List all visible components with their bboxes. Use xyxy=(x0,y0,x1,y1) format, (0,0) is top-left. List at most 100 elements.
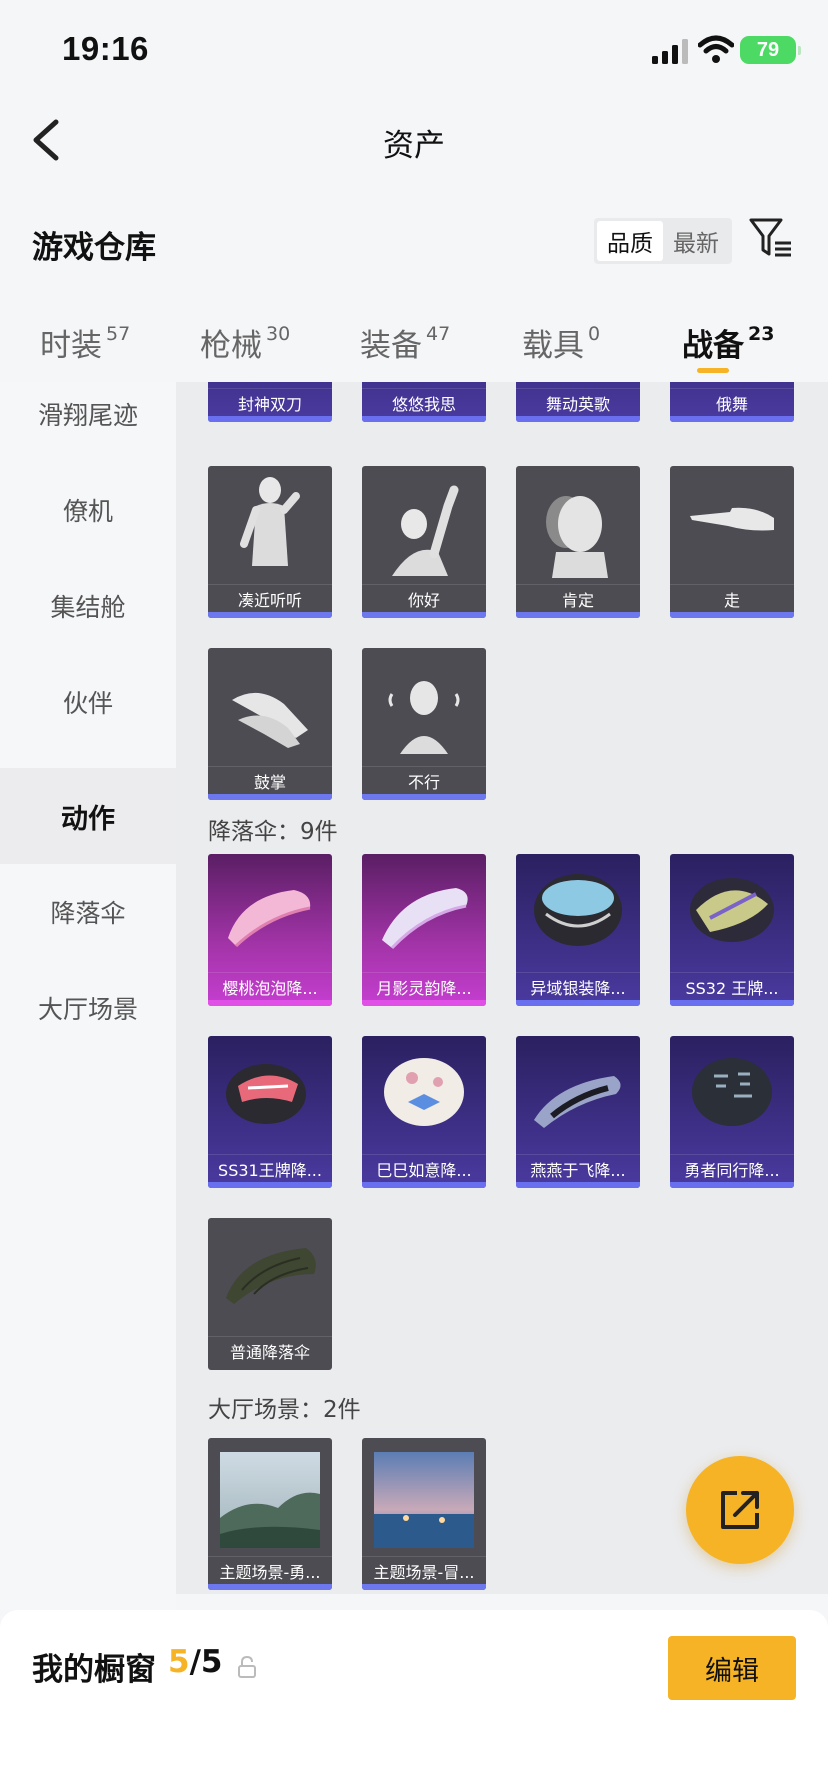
item-name: SS32 王牌... xyxy=(670,972,794,1000)
lobby-group-title: 大厅场景：2件 xyxy=(208,1397,361,1423)
tab-count: 47 xyxy=(426,323,451,345)
rarity-bar xyxy=(362,794,486,800)
item-card[interactable]: SS32 王牌... xyxy=(670,854,794,1006)
item-card[interactable]: 月影灵韵降... xyxy=(362,854,486,1006)
sidenav-item-parachute[interactable]: 降落伞 xyxy=(0,864,176,960)
parachute-image xyxy=(534,1076,621,1128)
rarity-bar xyxy=(516,1000,640,1006)
tab-guns[interactable]: 枪械 30 xyxy=(200,320,290,365)
emote-clap-icon xyxy=(232,692,308,748)
edit-button[interactable]: 编辑 xyxy=(668,1636,796,1700)
item-card[interactable]: 异域银装降... xyxy=(516,854,640,1006)
item-card[interactable]: 主题场景-冒... xyxy=(362,1438,486,1590)
item-name: 俄舞 xyxy=(670,388,794,416)
item-name: 主题场景-冒... xyxy=(362,1556,486,1584)
tab-label: 载具 xyxy=(522,328,584,364)
item-card[interactable]: 樱桃泡泡降... xyxy=(208,854,332,1006)
tab-label: 战备 xyxy=(682,328,744,364)
sort-toggle: 品质 最新 xyxy=(594,218,732,264)
item-name: 封神双刀 xyxy=(208,388,332,416)
side-nav: 滑翔尾迹 僚机 集结舱 伙伴 动作 降落伞 大厅场景 xyxy=(0,382,176,1610)
rarity-bar xyxy=(362,1000,486,1006)
tab-count: 57 xyxy=(106,323,131,345)
sidenav-item-pod[interactable]: 集结舱 xyxy=(0,558,176,654)
rarity-bar xyxy=(670,612,794,618)
status-bar: 19:16 79 xyxy=(0,0,828,100)
rarity-bar xyxy=(208,794,332,800)
sidenav-item-lobby-scene[interactable]: 大厅场景 xyxy=(0,960,176,1056)
tab-vehicles[interactable]: 载具 0 xyxy=(522,320,600,365)
tab-label: 枪械 xyxy=(200,328,262,364)
item-name: 月影灵韵降... xyxy=(362,972,486,1000)
battery-level: 79 xyxy=(756,38,780,61)
share-button[interactable] xyxy=(686,1456,794,1564)
item-name: 普通降落伞 xyxy=(208,1336,332,1364)
emote-point-icon xyxy=(690,507,774,531)
tab-equipment[interactable]: 装备 47 xyxy=(360,320,450,365)
item-card[interactable]: 走 xyxy=(670,466,794,618)
item-card[interactable]: 主题场景-勇... xyxy=(208,1438,332,1590)
sidenav-item-glide-trail[interactable]: 滑翔尾迹 xyxy=(0,366,176,462)
item-name: 异域银装降... xyxy=(516,972,640,1000)
emote-nod-icon xyxy=(546,496,608,578)
tab-battle-prep[interactable]: 战备 23 xyxy=(682,320,774,365)
warehouse-title: 游戏仓库 xyxy=(32,230,156,266)
item-name: 舞动英歌 xyxy=(516,388,640,416)
parachute-image xyxy=(690,878,774,942)
sort-newest-button[interactable]: 最新 xyxy=(663,221,729,261)
item-name: 鼓掌 xyxy=(208,766,332,794)
item-name: 悠悠我思 xyxy=(362,388,486,416)
item-name: 你好 xyxy=(362,584,486,612)
scene-thumbnail-image xyxy=(374,1452,474,1548)
rarity-bar xyxy=(208,1000,332,1006)
item-card[interactable]: 你好 xyxy=(362,466,486,618)
item-card[interactable]: 勇者同行降... xyxy=(670,1036,794,1188)
active-tab-indicator xyxy=(697,368,729,373)
cellular-signal-icon xyxy=(652,39,688,64)
scene-thumbnail-image xyxy=(220,1452,320,1548)
item-grid: 封神双刀 悠悠我思 舞动英歌 俄舞 凑近听听 你好 肯定 走 鼓掌 不行 降落伞… xyxy=(176,382,828,1594)
filter-icon[interactable] xyxy=(748,216,794,262)
parachute-image xyxy=(226,1064,306,1124)
rarity-bar xyxy=(362,1182,486,1188)
sidenav-item-companion[interactable]: 伙伴 xyxy=(0,654,176,750)
item-card[interactable]: 鼓掌 xyxy=(208,648,332,800)
emote-wave-icon xyxy=(392,485,459,576)
battery-indicator: 79 xyxy=(740,36,801,64)
item-card[interactable]: 肯定 xyxy=(516,466,640,618)
wifi-icon xyxy=(698,35,734,63)
item-name: SS31王牌降... xyxy=(208,1154,332,1182)
page-title: 资产 xyxy=(383,128,445,164)
rarity-bar xyxy=(670,1000,794,1006)
sort-quality-button[interactable]: 品质 xyxy=(597,221,663,261)
item-card[interactable]: 普通降落伞 xyxy=(208,1218,332,1370)
parachute-image xyxy=(534,874,622,946)
item-card[interactable]: 巳巳如意降... xyxy=(362,1036,486,1188)
item-card[interactable]: 舞动英歌 xyxy=(516,382,640,422)
rarity-bar xyxy=(208,1584,332,1590)
rarity-bar xyxy=(208,1182,332,1188)
emote-listen-icon xyxy=(240,477,300,566)
item-card[interactable]: SS31王牌降... xyxy=(208,1036,332,1188)
tab-fashion[interactable]: 时装 57 xyxy=(40,320,130,365)
item-card[interactable]: 不行 xyxy=(362,648,486,800)
item-card[interactable]: 封神双刀 xyxy=(208,382,332,422)
showcase-total: 5 xyxy=(200,1644,223,1680)
sidenav-item-wingman[interactable]: 僚机 xyxy=(0,462,176,558)
rarity-bar xyxy=(670,416,794,422)
parachute-image xyxy=(382,888,468,950)
showcase-used: 5 xyxy=(168,1644,190,1680)
item-name: 主题场景-勇... xyxy=(208,1556,332,1584)
item-card[interactable]: 凑近听听 xyxy=(208,466,332,618)
item-card[interactable]: 燕燕于飞降... xyxy=(516,1036,640,1188)
lock-icon xyxy=(238,1656,256,1678)
rarity-bar xyxy=(208,416,332,422)
parachute-image xyxy=(692,1058,772,1126)
item-card[interactable]: 俄舞 xyxy=(670,382,794,422)
item-name: 巳巳如意降... xyxy=(362,1154,486,1182)
item-card[interactable]: 悠悠我思 xyxy=(362,382,486,422)
item-name: 凑近听听 xyxy=(208,584,332,612)
share-icon xyxy=(721,1491,759,1529)
item-name: 勇者同行降... xyxy=(670,1154,794,1182)
sidenav-item-emotes[interactable]: 动作 xyxy=(0,768,176,864)
